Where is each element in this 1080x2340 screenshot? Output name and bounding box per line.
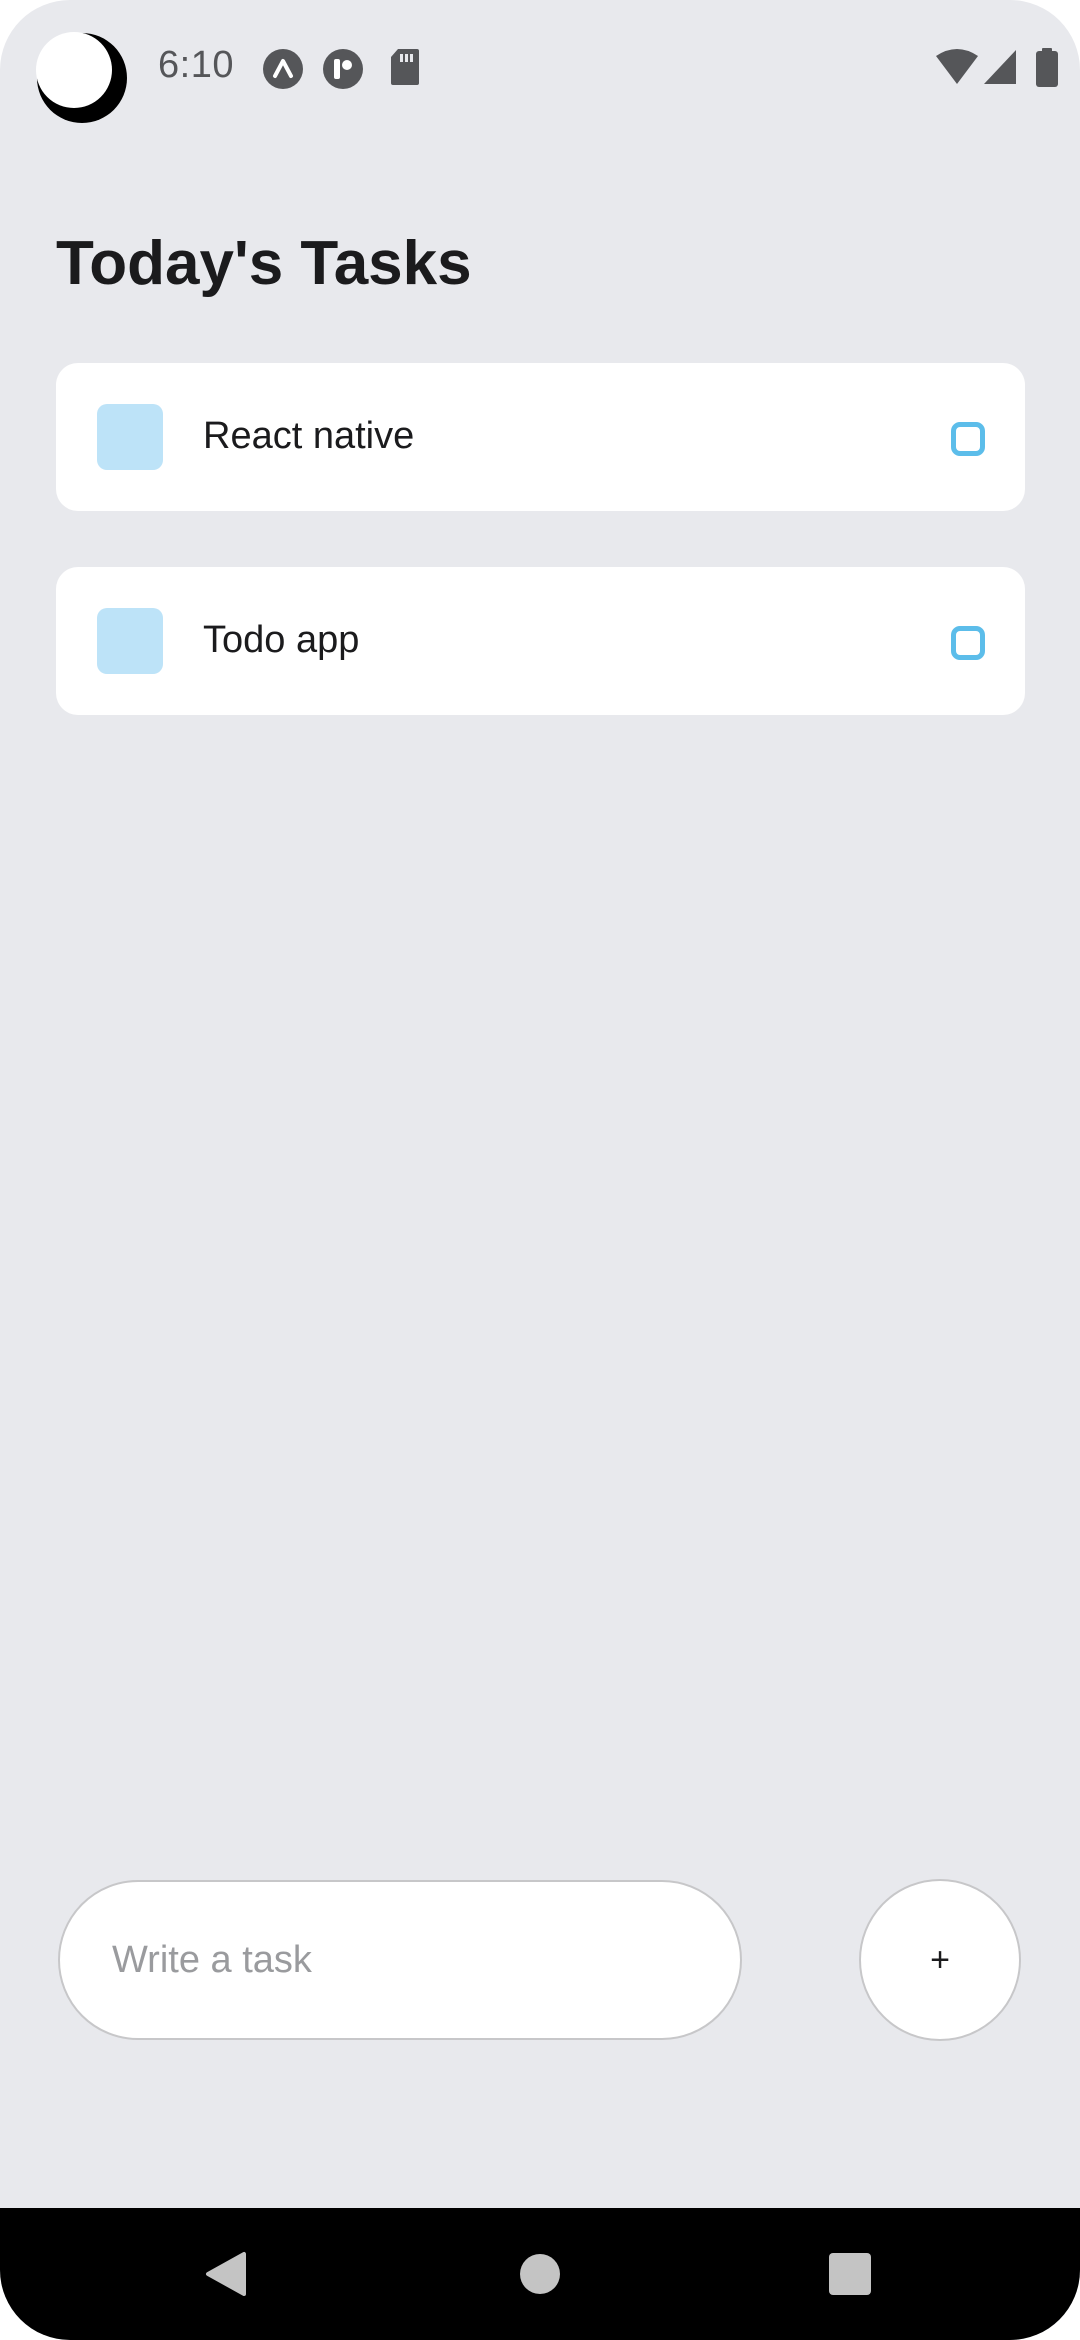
navigation-bar [0,2208,1080,2340]
sd-card-icon [391,49,419,85]
task-square-icon [97,608,163,674]
task-item[interactable]: React native [56,363,1025,511]
nav-home-button[interactable] [480,2208,600,2340]
task-input[interactable] [112,1882,692,2038]
task-status-circle-icon [951,422,985,456]
task-list: React native Todo app [56,363,1025,771]
page-title: Today's Tasks [56,229,472,298]
camera-cutout [36,32,127,123]
app-t-icon [323,49,363,89]
app-screen: 6:10 Today's Tasks React native Todo app… [0,0,1080,2340]
task-input-container [58,1880,742,2040]
task-item[interactable]: Todo app [56,567,1025,715]
nav-back-button[interactable] [166,2208,286,2340]
signal-icon [984,50,1016,84]
task-text: React native [203,415,415,457]
task-square-icon [97,404,163,470]
task-status-circle-icon [951,626,985,660]
add-task-button[interactable]: + [859,1879,1021,2041]
recents-icon [829,2253,871,2295]
task-text: Todo app [203,619,360,661]
home-icon [520,2254,560,2294]
wifi-icon [936,49,978,84]
nav-recents-button[interactable] [790,2208,910,2340]
status-bar: 6:10 [0,0,1080,140]
battery-icon [1036,48,1058,87]
app-a-icon [263,49,303,89]
back-icon [206,2252,246,2296]
status-time: 6:10 [158,44,234,86]
